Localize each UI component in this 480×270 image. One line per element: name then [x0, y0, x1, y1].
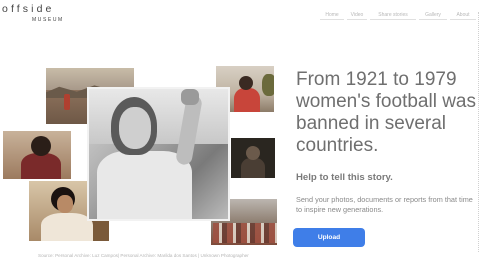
- photo-collage: [0, 60, 290, 260]
- photo-main-player: [87, 87, 230, 221]
- site-logo[interactable]: offside MUSEUM: [2, 4, 82, 30]
- nav-gallery[interactable]: Gallery: [419, 11, 447, 20]
- logo-wordmark: offside: [2, 3, 55, 15]
- nav-video[interactable]: Video: [347, 11, 367, 20]
- photo-woman-portrait: [2, 130, 72, 180]
- top-nav: Home Video Share stories Gallery About: [320, 11, 478, 21]
- page-indicator-line: [478, 12, 479, 252]
- hero-subhead: Help to tell this story.: [296, 172, 393, 183]
- nav-about[interactable]: About: [450, 11, 476, 20]
- photo-dark-portrait: [230, 137, 276, 179]
- nav-home[interactable]: Home: [320, 11, 344, 20]
- upload-button[interactable]: Upload: [293, 228, 365, 247]
- hero-body-text: Send your photos, documents or reports f…: [296, 195, 473, 214]
- hero-headline: From 1921 to 1979 women's football was b…: [296, 69, 476, 156]
- nav-share-stories[interactable]: Share stories: [370, 11, 416, 20]
- photo-source-caption: Source: Personal Archive: Luz Campos| Pe…: [38, 253, 249, 258]
- logo-subtitle: MUSEUM: [32, 17, 64, 23]
